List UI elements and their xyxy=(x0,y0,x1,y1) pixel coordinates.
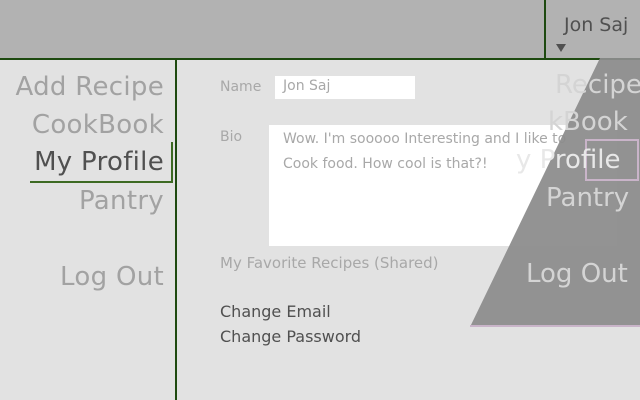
sidebar-item-my-profile[interactable]: My Profile xyxy=(34,147,164,177)
user-name[interactable]: Jon Saj xyxy=(564,14,628,36)
overlay-edge xyxy=(470,325,640,327)
favorite-recipes-link[interactable]: My Favorite Recipes (Shared) xyxy=(220,254,439,272)
change-email-link[interactable]: Change Email xyxy=(220,302,331,321)
user-menu[interactable]: Jon Saj xyxy=(544,0,640,58)
bio-label: Bio xyxy=(220,129,243,145)
header-divider xyxy=(0,58,640,60)
sidebar-item-pantry[interactable]: Pantry xyxy=(79,186,164,216)
change-password-link[interactable]: Change Password xyxy=(220,327,361,346)
sidebar-divider xyxy=(175,58,177,400)
top-bar: Jon Saj xyxy=(0,0,640,58)
overlay-item-my-profile: y Profile xyxy=(516,145,621,175)
overlay-item-pantry: Pantry xyxy=(546,183,630,213)
dropdown-triangle-icon[interactable] xyxy=(556,44,566,52)
sidebar-item-log-out[interactable]: Log Out xyxy=(60,262,164,292)
sidebar-item-cookbook[interactable]: CookBook xyxy=(32,110,164,140)
overlay-item-recipe: Recipe xyxy=(555,70,640,100)
sidebar-item-add-recipe[interactable]: Add Recipe xyxy=(15,72,164,102)
overlay-item-cookbook: kBook xyxy=(548,107,628,137)
name-field[interactable]: Jon Saj xyxy=(275,76,415,99)
name-label: Name xyxy=(220,79,262,95)
overlay-item-log-out: Log Out xyxy=(526,259,628,289)
